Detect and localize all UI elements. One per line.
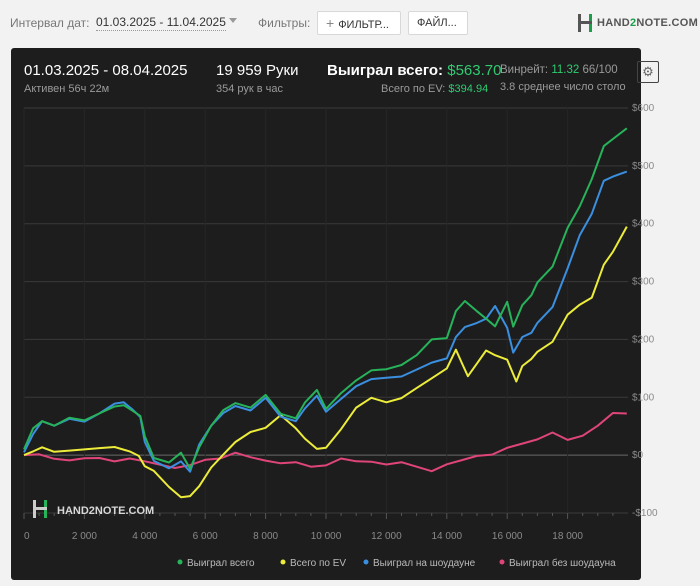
y-tick-label: $100 [632, 392, 655, 403]
legend-label: Выиграл без шоудауна [509, 557, 616, 569]
y-tick-label: -$100 [632, 508, 658, 519]
x-tick-label: 18 000 [552, 531, 583, 542]
x-tick-label: 0 [24, 531, 30, 542]
x-tick-label: 10 000 [311, 531, 342, 542]
legend-marker [280, 559, 286, 565]
series-line [23, 412, 627, 473]
series-line [23, 170, 628, 473]
x-tick-label: 8 000 [253, 531, 278, 542]
x-tick-label: 16 000 [492, 531, 523, 542]
y-tick-label: $300 [632, 277, 655, 288]
legend-label: Всего по EV [290, 558, 346, 569]
legend-marker [499, 559, 505, 565]
legend-label: Выиграл на шоудауне [373, 558, 476, 569]
x-tick-label: 14 000 [432, 531, 463, 542]
x-tick-label: 12 000 [371, 531, 402, 542]
y-tick-label: $500 [632, 161, 655, 172]
x-tick-label: 2 000 [72, 531, 97, 542]
y-tick-label: $600 [632, 103, 655, 114]
x-tick-label: 4 000 [132, 531, 157, 542]
legend-label: Выиграл всего [187, 558, 255, 569]
y-tick-label: $400 [632, 219, 655, 230]
x-tick-label: 6 000 [193, 531, 218, 542]
watermark-logo [33, 500, 47, 518]
graph-chart: $600 $500 $400 $300 $200 $100 $0 -$100 0 2 000 4 0… [23, 103, 658, 569]
series-line [23, 226, 628, 499]
legend-marker [363, 559, 369, 565]
series-line [23, 127, 628, 470]
legend-marker [177, 559, 183, 565]
y-tick-label: $0 [632, 450, 644, 461]
watermark-text: HAND2NOTE.COM [57, 505, 154, 517]
y-tick-label: $200 [632, 334, 655, 345]
